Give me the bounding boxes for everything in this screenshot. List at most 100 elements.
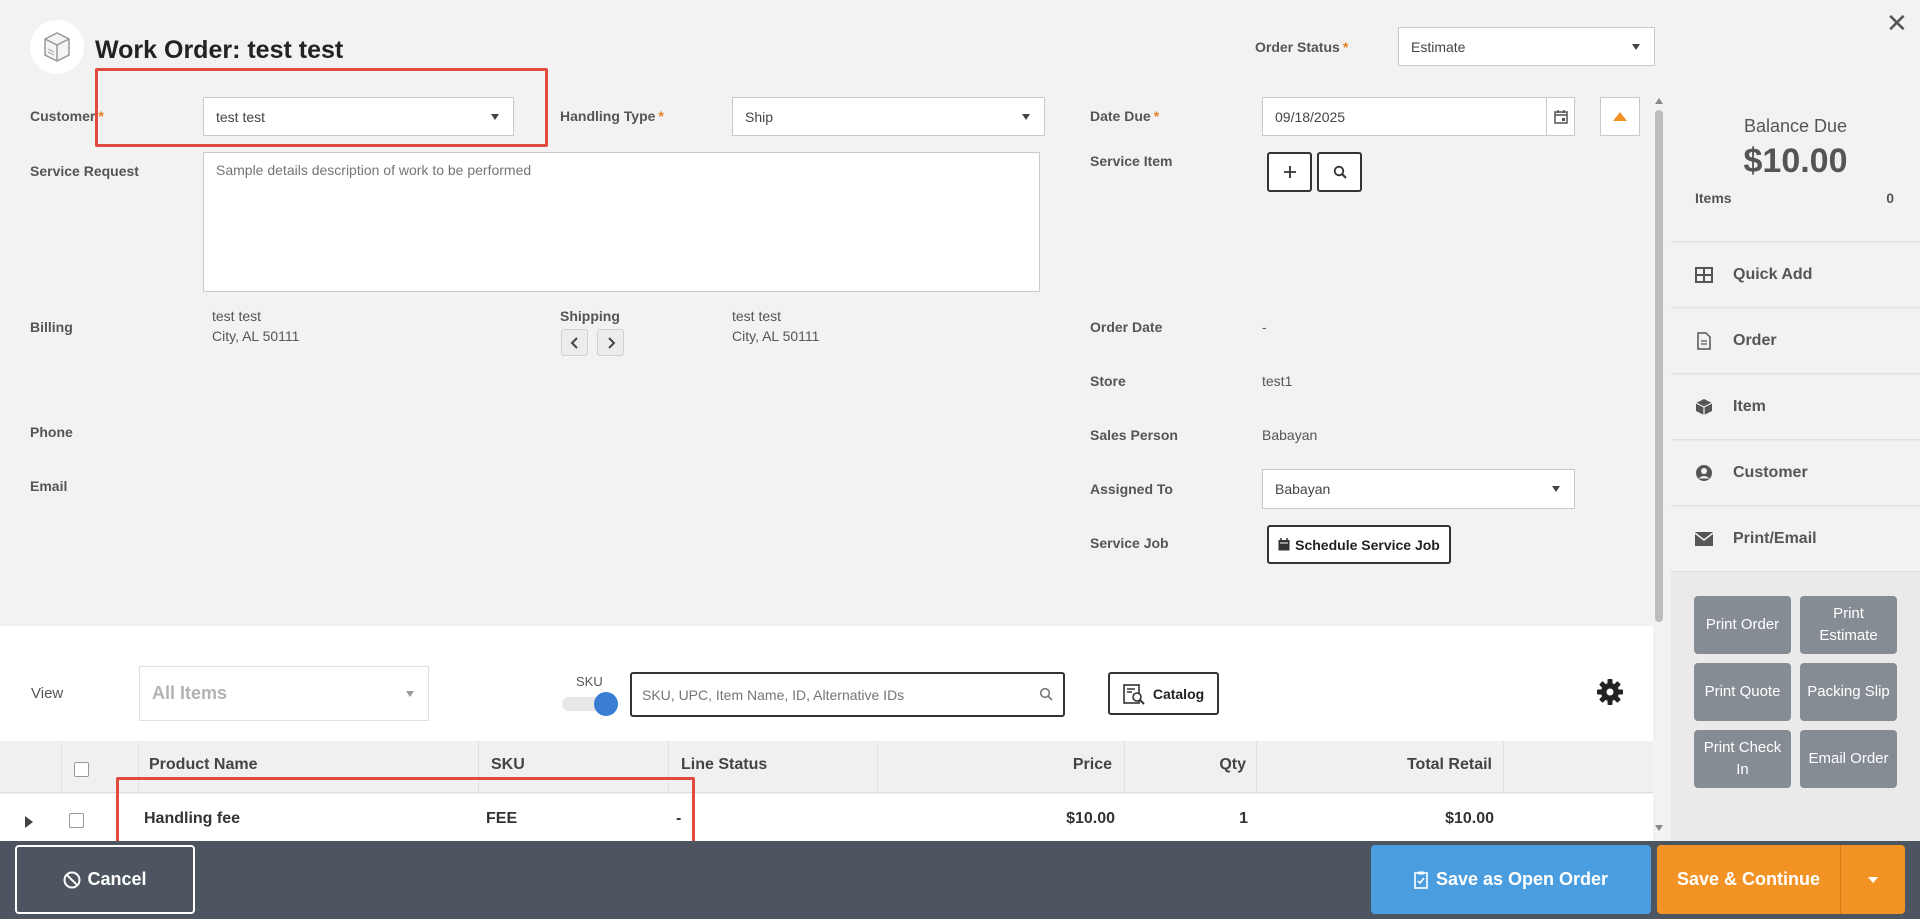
chevron-left-icon xyxy=(570,336,578,349)
shipping-label: Shipping xyxy=(560,308,620,324)
date-due-input[interactable]: 09/18/2025 xyxy=(1262,97,1575,136)
print-quote-button[interactable]: Print Quote xyxy=(1694,663,1791,721)
add-service-item-button[interactable] xyxy=(1267,152,1312,192)
sku-toggle-label: SKU xyxy=(576,674,603,689)
chevron-right-icon xyxy=(607,336,615,349)
cube-icon xyxy=(1693,398,1715,416)
column-divider xyxy=(61,741,62,793)
sales-person-label: Sales Person xyxy=(1090,427,1178,443)
service-item-label: Service Item xyxy=(1090,153,1173,169)
highlight-customer xyxy=(95,68,548,147)
print-check-in-button[interactable]: Print Check In xyxy=(1694,730,1791,788)
store-label: Store xyxy=(1090,373,1126,389)
column-header-total-retail[interactable]: Total Retail xyxy=(1266,756,1492,774)
customer-label: Customer * xyxy=(30,108,104,124)
sku-toggle[interactable] xyxy=(560,692,620,716)
order-status-select[interactable]: Estimate xyxy=(1398,27,1655,66)
assigned-to-select[interactable]: Babayan xyxy=(1262,469,1575,509)
box-logo-icon xyxy=(44,32,70,62)
service-request-label: Service Request xyxy=(30,163,139,179)
select-all-checkbox[interactable] xyxy=(74,762,89,777)
sidebar-item-quick-add[interactable]: Quick Add xyxy=(1671,243,1920,308)
calendar-icon xyxy=(1278,538,1290,551)
close-icon[interactable]: ✕ xyxy=(1886,8,1908,39)
balance-due-value: $10.00 xyxy=(1743,142,1848,180)
column-header-price[interactable]: Price xyxy=(887,756,1112,774)
column-divider xyxy=(1124,741,1125,793)
column-header-sku[interactable]: SKU xyxy=(491,756,525,774)
sidebar-item-customer[interactable]: Customer xyxy=(1671,441,1920,506)
ban-icon xyxy=(63,871,81,888)
service-request-textarea[interactable] xyxy=(203,152,1040,292)
save-open-order-label: Save as Open Order xyxy=(1435,869,1609,889)
items-label: Items xyxy=(1695,190,1732,206)
order-date-label: Order Date xyxy=(1090,319,1163,335)
assigned-to-label: Assigned To xyxy=(1090,481,1173,497)
sidebar-item-item[interactable]: Item xyxy=(1671,375,1920,440)
column-divider xyxy=(877,741,878,793)
save-options-dropdown-button[interactable] xyxy=(1840,845,1905,914)
date-due-value: 09/18/2025 xyxy=(1275,108,1346,125)
search-icon xyxy=(1333,165,1347,179)
expand-row-caret-icon[interactable] xyxy=(25,816,33,828)
handling-type-select[interactable]: Ship xyxy=(732,97,1045,136)
sidebar-item-order[interactable]: Order xyxy=(1671,309,1920,374)
shipping-name: test test xyxy=(732,308,782,324)
item-search-field[interactable] xyxy=(642,686,1022,703)
balance-due-label: Balance Due xyxy=(1743,116,1848,136)
catalog-button[interactable]: Catalog xyxy=(1108,672,1219,715)
document-icon xyxy=(1693,332,1715,350)
save-continue-button[interactable]: Save & Continue xyxy=(1657,845,1840,914)
shipping-city: City, AL 50111 xyxy=(732,328,820,344)
billing-name: test test xyxy=(212,308,262,324)
search-service-item-button[interactable] xyxy=(1317,152,1362,192)
schedule-service-job-button[interactable]: Schedule Service Job xyxy=(1267,525,1451,564)
column-header-product-name[interactable]: Product Name xyxy=(149,756,257,774)
email-label: Email xyxy=(30,478,68,494)
handling-type-label: Handling Type * xyxy=(560,108,664,124)
row-checkbox[interactable] xyxy=(69,813,84,828)
cancel-button[interactable]: Cancel xyxy=(15,845,195,914)
caret-down-icon xyxy=(1868,876,1878,883)
calendar-picker-button[interactable] xyxy=(1546,98,1574,135)
email-order-button[interactable]: Email Order xyxy=(1800,730,1897,788)
cancel-label: Cancel xyxy=(87,869,147,889)
shipping-next-button[interactable] xyxy=(597,329,624,356)
cell-total-retail: $10.00 xyxy=(1445,810,1494,827)
clipboard-check-icon xyxy=(1414,871,1428,889)
sales-person-value: Babayan xyxy=(1262,427,1318,443)
sidebar-item-label: Quick Add xyxy=(1733,266,1813,283)
column-divider xyxy=(1256,741,1257,793)
sidebar-item-label: Print/Email xyxy=(1733,530,1817,547)
calendar-icon xyxy=(1553,109,1568,124)
packing-slip-button[interactable]: Packing Slip xyxy=(1800,663,1897,721)
page-title: Work Order: test test xyxy=(95,36,344,64)
print-order-button[interactable]: Print Order xyxy=(1694,596,1791,654)
billing-city: City, AL 50111 xyxy=(212,328,300,344)
scrollbar-thumb[interactable] xyxy=(1655,110,1663,622)
chevron-down-icon xyxy=(1552,486,1560,492)
column-header-line-status[interactable]: Line Status xyxy=(681,756,767,774)
print-estimate-button[interactable]: Print Estimate xyxy=(1800,596,1897,654)
item-search-input[interactable] xyxy=(630,672,1065,717)
view-select[interactable]: All Items xyxy=(139,666,429,721)
order-status-value: Estimate xyxy=(1411,38,1466,55)
search-icon xyxy=(1039,687,1053,701)
handling-type-value: Ship xyxy=(745,108,774,125)
main-scrollbar[interactable] xyxy=(1653,96,1665,833)
sidebar-item-print-email[interactable]: Print/Email xyxy=(1671,507,1920,572)
catalog-button-label: Catalog xyxy=(1152,685,1205,702)
save-continue-label: Save & Continue xyxy=(1676,869,1821,889)
service-job-label: Service Job xyxy=(1090,535,1169,551)
sidebar-item-label: Customer xyxy=(1733,464,1808,481)
phone-label: Phone xyxy=(30,424,73,440)
chevron-down-icon xyxy=(1632,43,1640,50)
collapse-header-button[interactable] xyxy=(1600,97,1640,136)
table-settings-gear-icon[interactable] xyxy=(1596,678,1624,709)
order-date-value: - xyxy=(1262,319,1267,335)
shipping-prev-button[interactable] xyxy=(561,329,588,356)
assigned-to-value: Babayan xyxy=(1275,481,1331,497)
user-circle-icon xyxy=(1693,464,1715,482)
column-header-qty[interactable]: Qty xyxy=(1134,756,1246,774)
save-open-order-button[interactable]: Save as Open Order xyxy=(1371,845,1651,914)
